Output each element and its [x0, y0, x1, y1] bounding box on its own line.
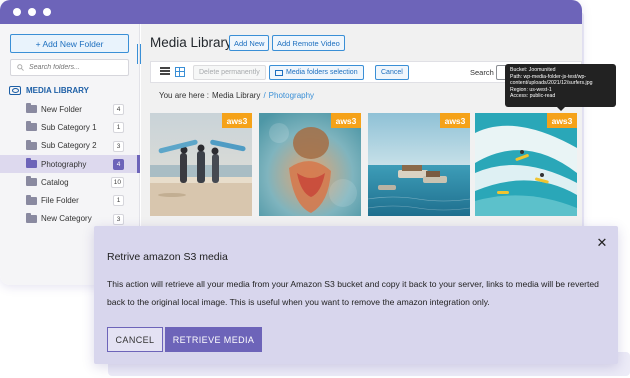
folder-label: Sub Category 2	[41, 141, 97, 151]
media-thumbnail-surfers-waves[interactable]: aws3	[475, 113, 577, 216]
folder-label: Catalog	[41, 177, 69, 187]
folder-selection-icon	[275, 69, 283, 76]
folder-label: File Folder	[41, 196, 79, 206]
window-dot-icon	[43, 8, 51, 16]
add-new-folder-button[interactable]: + Add New Folder	[10, 34, 129, 53]
retrieve-media-button[interactable]: RETRIEVE MEDIA	[165, 327, 262, 352]
media-library-root[interactable]: MEDIA LIBRARY	[9, 83, 134, 97]
search-label: Search	[470, 68, 494, 77]
grid-view-icon[interactable]	[175, 67, 185, 77]
surfers-beach-image	[150, 113, 252, 216]
folder-icon	[26, 103, 37, 114]
page-title: Media Library	[150, 35, 232, 50]
search-icon	[17, 64, 24, 71]
folder-label: New Category	[41, 214, 92, 224]
list-view-icon[interactable]	[160, 67, 170, 77]
close-icon[interactable]: ✕	[596, 236, 608, 249]
folder-count-badge: 3	[113, 140, 124, 152]
retrieve-s3-media-dialog: ✕ Retrive amazon S3 media This action wi…	[94, 226, 618, 364]
media-thumbnail-boats-sea[interactable]: aws3	[368, 113, 470, 216]
aws3-badge: aws3	[547, 113, 577, 128]
folder-icon	[26, 121, 37, 132]
folder-count-badge: 10	[110, 177, 124, 189]
aws3-badge: aws3	[222, 113, 252, 128]
folder-icon	[26, 194, 37, 205]
media-library-icon	[9, 85, 21, 95]
tooltip-line: Access: public-read	[510, 93, 556, 100]
folder-item-sub-category-2[interactable]: Sub Category 2 3	[0, 137, 140, 155]
breadcrumb-prefix: You are here :	[159, 91, 209, 100]
window-dot-icon	[13, 8, 21, 16]
breadcrumb-separator: /	[263, 91, 266, 100]
search-folders-field[interactable]	[10, 59, 129, 76]
folder-count-badge: 4	[113, 158, 124, 170]
media-thumbnail-surfers-beach[interactable]: aws3	[150, 113, 252, 216]
delete-permanently-button[interactable]: Delete permanently	[193, 65, 266, 80]
folder-icon	[26, 158, 37, 169]
add-remote-video-button[interactable]: Add Remote Video	[272, 35, 345, 51]
underwater-swimmer-image	[259, 113, 361, 216]
folder-icon	[26, 139, 37, 150]
aws3-badge: aws3	[440, 113, 470, 128]
aws3-badge: aws3	[331, 113, 361, 128]
dialog-title: Retrive amazon S3 media	[107, 251, 228, 263]
stage: + Add New Folder MEDIA LIBRARY New Folde…	[0, 0, 630, 378]
cancel-button[interactable]: CANCEL	[107, 327, 163, 352]
folder-item-sub-category-1[interactable]: Sub Category 1 1	[0, 118, 140, 136]
folder-count-badge: 1	[113, 195, 124, 207]
media-folders-selection-label: Media folders selection	[286, 69, 358, 76]
folder-item-file-folder[interactable]: File Folder 1	[0, 191, 140, 209]
dialog-body: This action will retrieve all your media…	[107, 279, 599, 307]
folder-icon	[26, 176, 37, 187]
folder-label: Photography	[41, 159, 87, 169]
breadcrumb-root-link[interactable]: Media Library	[212, 91, 260, 100]
cancel-selection-button[interactable]: Cancel	[375, 65, 409, 80]
window-dot-icon	[28, 8, 36, 16]
folder-item-new-folder[interactable]: New Folder 4	[0, 100, 140, 118]
search-folders-input[interactable]	[29, 64, 124, 71]
folder-item-photography[interactable]: Photography 4	[0, 154, 140, 174]
tooltip-line: Bucket: Joomunited	[510, 67, 556, 73]
folder-list: New Folder 4 Sub Category 1 1 Sub Catego…	[0, 100, 140, 228]
folder-label: Sub Category 1	[41, 122, 97, 132]
window-titlebar	[0, 0, 582, 24]
breadcrumb-current: Photography	[268, 91, 315, 100]
media-library-label: MEDIA LIBRARY	[26, 85, 89, 95]
folder-label: New Folder	[41, 104, 82, 114]
folder-icon	[26, 212, 37, 223]
tooltip-line: content/uploads/2021/12/surfers.jpg	[510, 80, 593, 87]
folder-count-badge: 1	[113, 122, 124, 134]
tooltip-line: Region: us-west-1	[510, 86, 552, 93]
surfers-waves-image	[475, 113, 577, 216]
folder-count-badge: 3	[113, 213, 124, 225]
s3-info-tooltip: Bucket: Joomunited Path: wp-media-folder…	[505, 64, 616, 111]
folder-item-catalog[interactable]: Catalog 10	[0, 173, 140, 191]
media-folders-selection-button[interactable]: Media folders selection	[269, 65, 364, 80]
tooltip-line: Path: wp-media-folder-js-test/wp-	[510, 73, 587, 80]
folder-count-badge: 4	[113, 104, 124, 115]
add-new-button[interactable]: Add New	[229, 35, 270, 51]
media-thumbnail-underwater-swimmer[interactable]: aws3	[259, 113, 361, 216]
breadcrumb: You are here : Media Library / Photograp…	[159, 91, 314, 100]
boats-on-sea-image	[368, 113, 470, 216]
